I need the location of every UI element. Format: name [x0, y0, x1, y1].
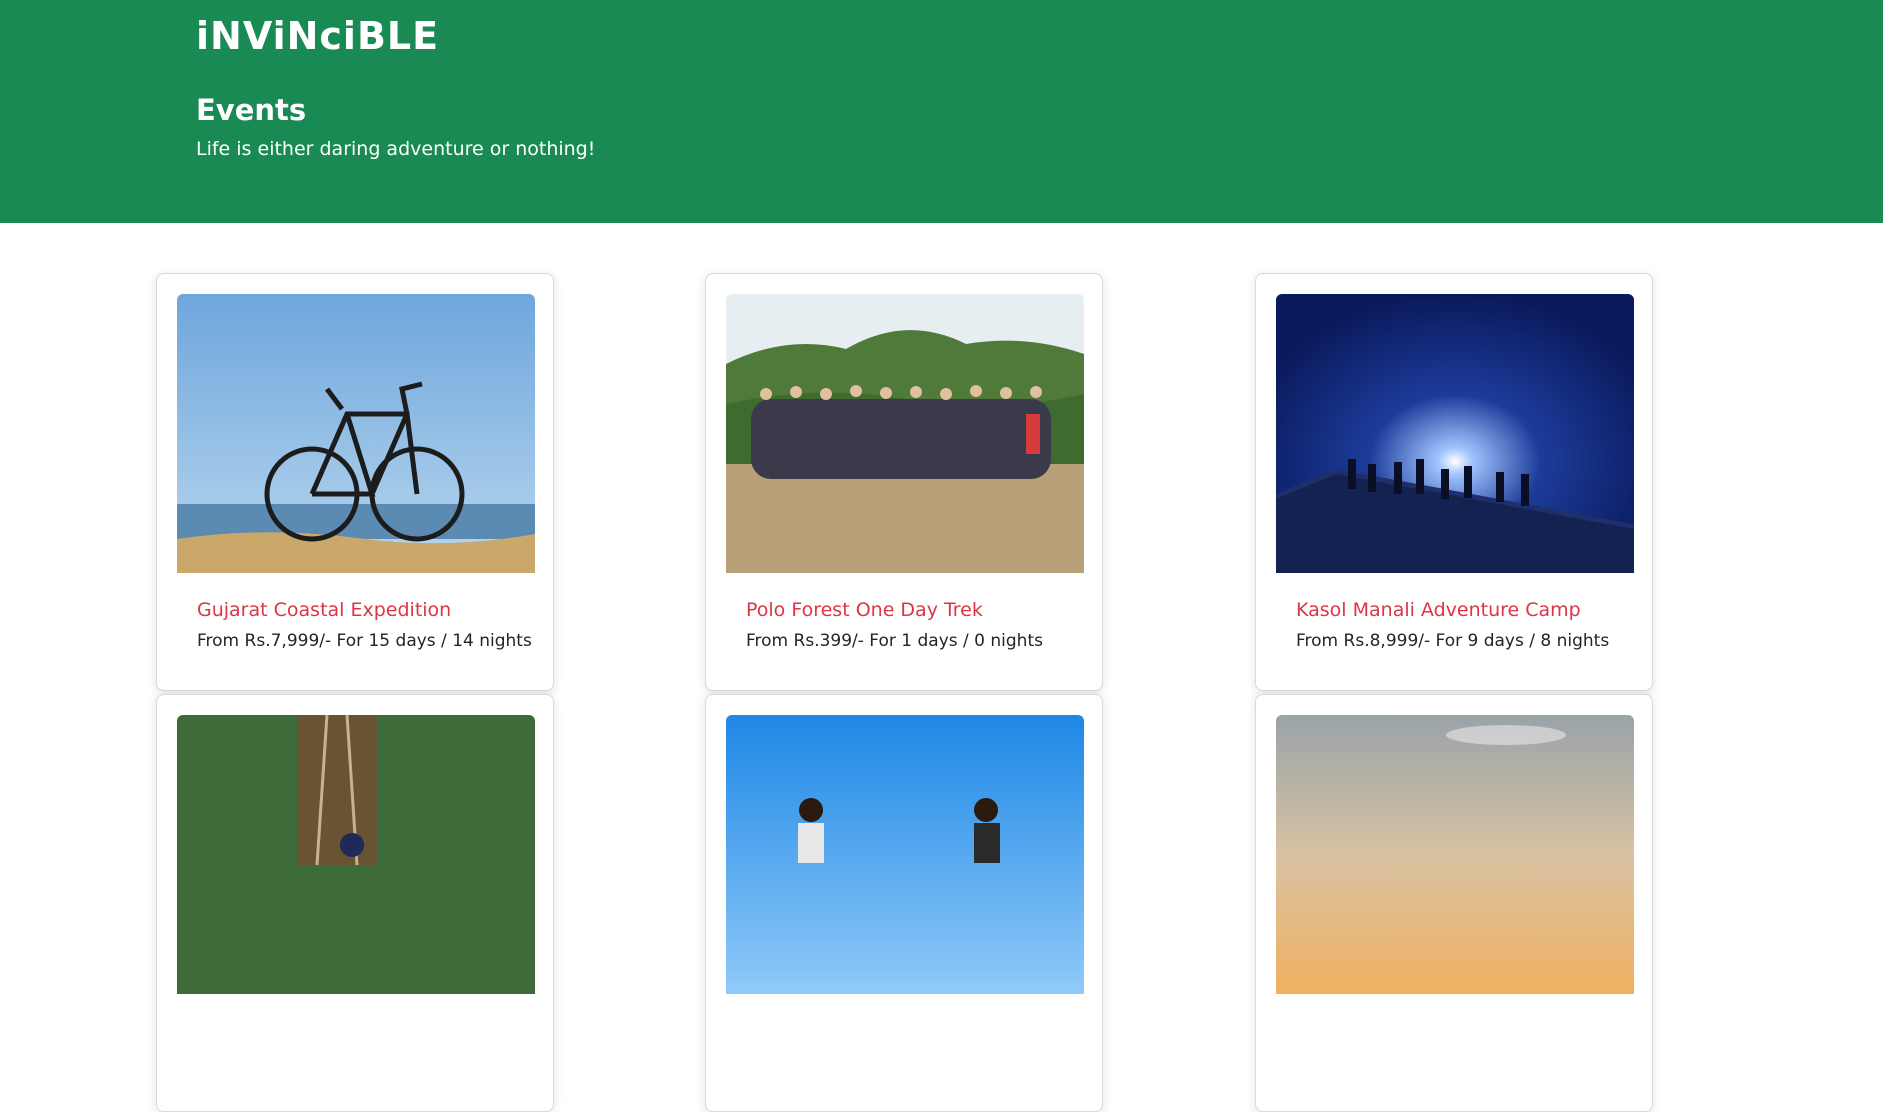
event-title[interactable]: Gujarat Coastal Expedition	[197, 597, 451, 623]
group-photo-forest[interactable]	[726, 294, 1084, 573]
page-title: Events	[196, 93, 307, 127]
bicycle-on-beach-photo[interactable]	[177, 294, 535, 573]
page-subtitle: Life is either daring adventure or nothi…	[196, 138, 596, 160]
sunset-sky-photo[interactable]	[1276, 715, 1634, 994]
event-price-duration: From Rs.7,999/- For 15 days / 14 nights	[197, 631, 532, 651]
event-card[interactable]: Kasol Manali Adventure Camp From Rs.8,99…	[1255, 273, 1653, 691]
event-card[interactable]	[705, 694, 1103, 1112]
event-card[interactable]: Gujarat Coastal Expedition From Rs.7,999…	[156, 273, 554, 691]
brand-logo[interactable]: iNViNciBLE	[196, 14, 439, 58]
event-title[interactable]: Polo Forest One Day Trek	[746, 597, 983, 623]
event-title[interactable]: Kasol Manali Adventure Camp	[1296, 597, 1581, 623]
event-price-duration: From Rs.399/- For 1 days / 0 nights	[746, 631, 1043, 651]
event-price-duration: From Rs.8,999/- For 9 days / 8 nights	[1296, 631, 1610, 651]
rope-bridge-photo[interactable]	[177, 715, 535, 994]
header-banner: iNViNciBLE Events Life is either daring …	[0, 0, 1883, 223]
event-card[interactable]	[1255, 694, 1653, 1112]
event-card[interactable]	[156, 694, 554, 1112]
silhouettes-night-sky[interactable]	[1276, 294, 1634, 573]
people-on-beach-photo[interactable]	[726, 715, 1084, 994]
event-card[interactable]: Polo Forest One Day Trek From Rs.399/- F…	[705, 273, 1103, 691]
